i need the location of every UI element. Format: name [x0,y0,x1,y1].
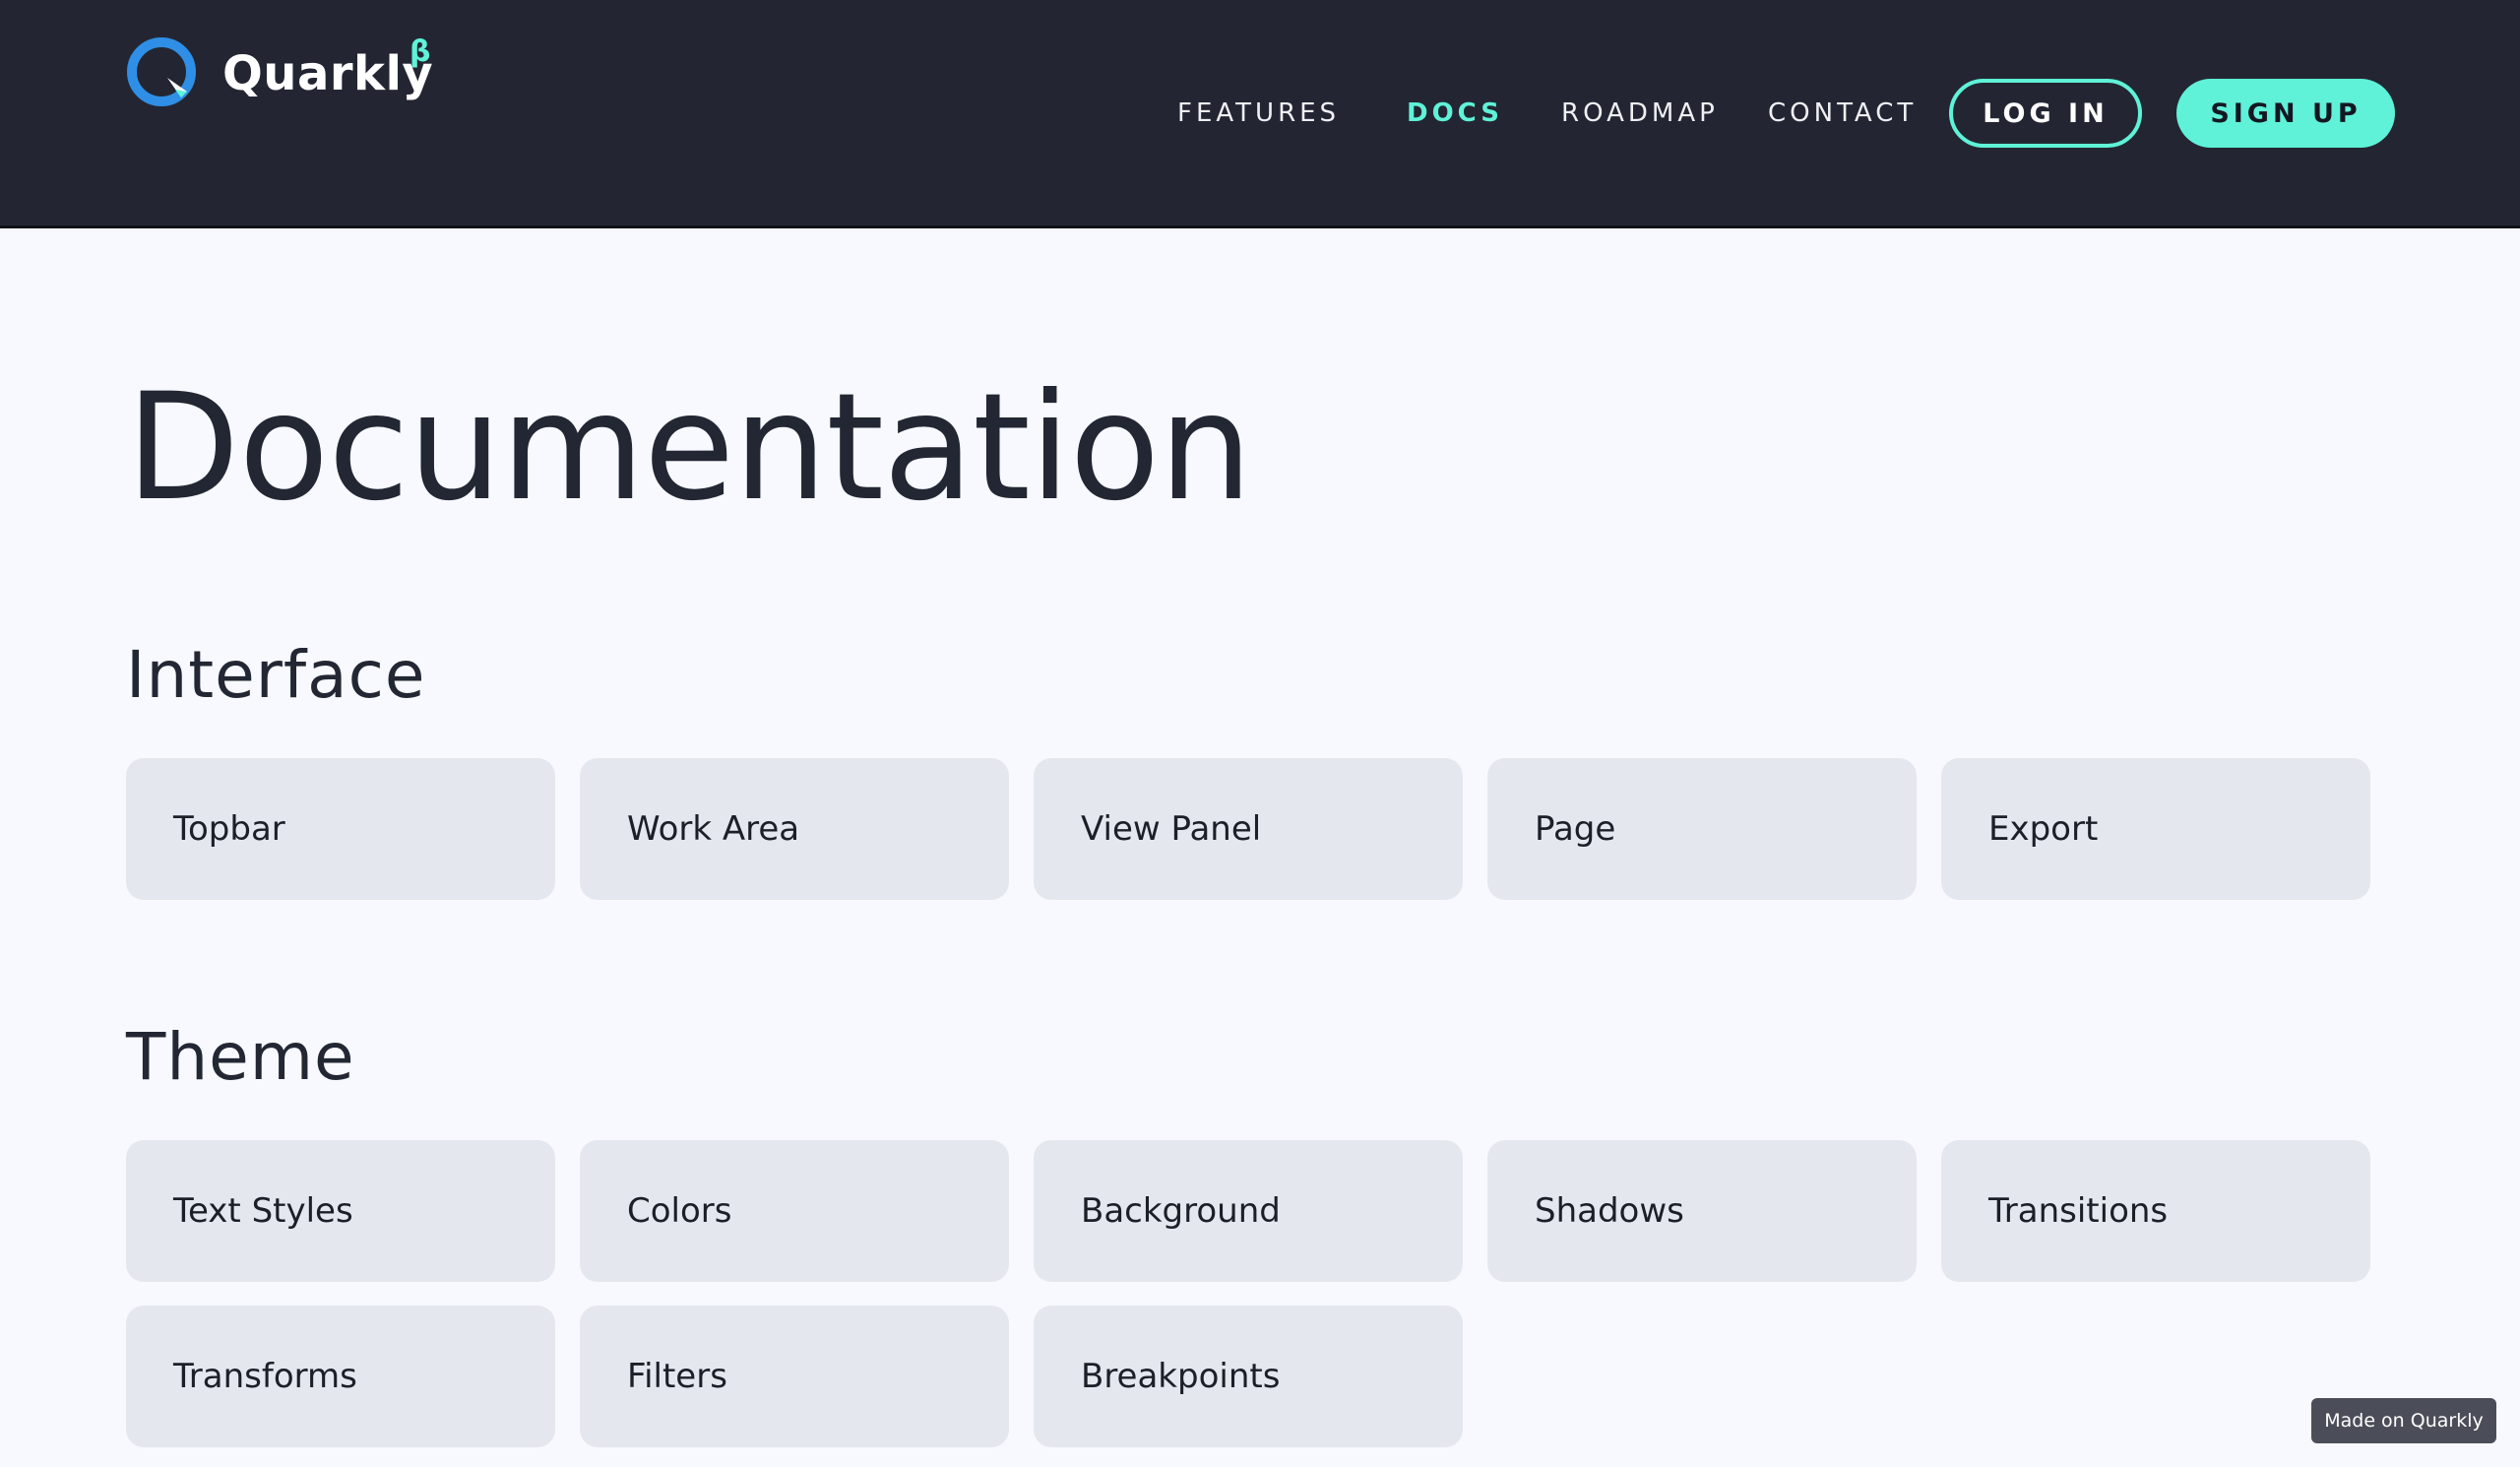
nav-docs[interactable]: DOCS [1407,79,1503,148]
login-button[interactable]: LOG IN [1949,79,2142,148]
doc-card-colors[interactable]: Colors [580,1140,1009,1282]
doc-card-filters[interactable]: Filters [580,1306,1009,1447]
doc-card-work-area[interactable]: Work Area [580,758,1009,900]
top-navbar: Quarkly β FEATURES DOCS ROADMAP CONTACT … [0,0,2520,228]
beta-label: β [410,34,431,69]
main-nav: FEATURES DOCS ROADMAP CONTACT LOG IN SIG… [0,79,2520,148]
section-title-interface: Interface [126,637,426,713]
doc-card-topbar[interactable]: Topbar [126,758,555,900]
doc-card-transitions[interactable]: Transitions [1941,1140,2370,1282]
signup-button[interactable]: SIGN UP [2176,79,2395,148]
doc-card-text-styles[interactable]: Text Styles [126,1140,555,1282]
doc-card-background[interactable]: Background [1034,1140,1463,1282]
section-title-theme: Theme [126,1019,355,1095]
doc-card-page[interactable]: Page [1487,758,1917,900]
doc-card-shadows[interactable]: Shadows [1487,1140,1917,1282]
nav-contact[interactable]: CONTACT [1768,79,1917,148]
doc-card-export[interactable]: Export [1941,758,2370,900]
nav-features[interactable]: FEATURES [1177,79,1340,148]
doc-card-transforms[interactable]: Transforms [126,1306,555,1447]
page-title: Documentation [126,362,1252,534]
doc-card-breakpoints[interactable]: Breakpoints [1034,1306,1463,1447]
doc-card-view-panel[interactable]: View Panel [1034,758,1463,900]
nav-roadmap[interactable]: ROADMAP [1561,79,1719,148]
made-on-quarkly-badge[interactable]: Made on Quarkly [2311,1398,2496,1443]
